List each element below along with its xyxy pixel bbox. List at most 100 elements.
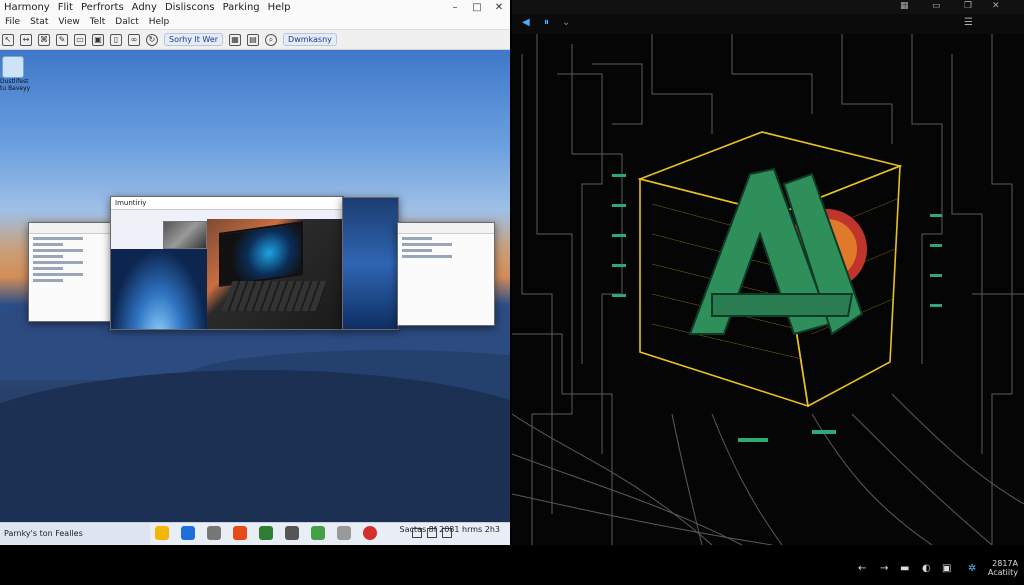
node-marker <box>930 304 942 307</box>
logo-letter-a-bar <box>711 293 854 317</box>
search-button[interactable]: Sorhy lt Wer <box>164 33 224 46</box>
search-icon[interactable]: ⌕ <box>265 33 278 46</box>
desktop-folder-icon[interactable] <box>2 56 24 78</box>
task-window-main[interactable]: Imuntiriy <box>110 196 344 330</box>
menu-item-0[interactable]: File <box>0 17 25 27</box>
file-row <box>33 243 63 246</box>
title-item-5[interactable]: Parking <box>219 2 264 13</box>
pointer-icon[interactable]: ↖ <box>2 33 14 46</box>
chevron-down-icon[interactable]: ⌄ <box>562 17 570 28</box>
menu-item-1[interactable]: Stat <box>25 17 53 27</box>
circuit-artwork <box>512 34 1024 545</box>
window-mode-icon[interactable]: ▭ <box>932 1 941 11</box>
attach-icon[interactable]: ⌘ <box>38 33 50 46</box>
laptop-image <box>207 219 343 329</box>
close-icon[interactable]: ✕ <box>488 0 510 15</box>
setting-row <box>402 243 452 246</box>
folder-app-icon[interactable] <box>155 526 169 540</box>
taskbar-search[interactable]: Parnky's ton Fealles <box>0 523 150 545</box>
link-icon[interactable]: ∞ <box>128 33 140 46</box>
earth-image <box>111 249 207 329</box>
photo-thumbnail <box>163 221 207 249</box>
setting-row <box>402 255 452 258</box>
clock-line-2: Acatiity <box>987 568 1018 577</box>
forward-arrow-icon[interactable]: → <box>880 563 888 574</box>
window-controls: – □ ✕ <box>444 0 510 15</box>
laptop-keyboard <box>221 281 329 311</box>
task-window-settings[interactable] <box>397 222 495 326</box>
back-forward-icon[interactable]: ↔ <box>20 33 32 46</box>
node-marker <box>812 430 836 434</box>
window-app-icon[interactable] <box>207 526 221 540</box>
menu-item-4[interactable]: Dalct <box>110 17 143 27</box>
right-viewer-window: ▦ ▭ ❐ ✕ ◀ ⏸ ⌄ ☰ <box>512 0 1024 545</box>
menu-item-2[interactable]: View <box>53 17 84 27</box>
monitor-app-icon[interactable] <box>337 526 351 540</box>
task-window-title: Imuntiriy <box>115 199 147 207</box>
title-item-2[interactable]: Perfrorts <box>77 2 128 13</box>
desktop-icon-label: Dustlifest tu Baveyy <box>0 78 31 92</box>
taskbar: Parnky's ton Fealles Sactas 8f 2081 hrms… <box>0 522 510 545</box>
clock-line-1: 2817A <box>992 559 1018 568</box>
office-app-icon[interactable] <box>233 526 247 540</box>
pause-icon[interactable]: ⏸ <box>544 17 549 28</box>
edge-app-icon[interactable] <box>181 526 195 540</box>
viewer-toolbar: ◀ ⏸ ⌄ ☰ <box>512 14 1024 35</box>
menu-bar: File Stat View Telt Dalct Help <box>0 15 510 30</box>
node-marker <box>930 274 942 277</box>
close-icon[interactable]: ✕ <box>992 1 1000 11</box>
pinwheel-icon[interactable]: ✲ <box>968 563 976 574</box>
media-app-icon[interactable] <box>363 526 377 540</box>
title-item-1[interactable]: Flit <box>54 2 77 13</box>
menu-item-3[interactable]: Telt <box>85 17 111 27</box>
file-row <box>33 249 83 252</box>
restore-icon[interactable]: ❐ <box>964 1 972 11</box>
task-window-wallpaper[interactable] <box>342 197 399 330</box>
setting-row <box>402 249 432 252</box>
task-window-explorer[interactable] <box>28 222 112 322</box>
title-item-0[interactable]: Harmony <box>0 2 54 13</box>
node-marker <box>738 438 768 442</box>
user-button[interactable]: Dwmkasny <box>283 33 337 46</box>
store-app-icon[interactable] <box>285 526 299 540</box>
node-marker <box>930 214 942 217</box>
pen-icon[interactable]: ✎ <box>56 33 68 46</box>
node-marker <box>612 294 626 297</box>
maximize-icon[interactable]: □ <box>466 0 488 15</box>
task-window-bar <box>29 223 111 234</box>
minimize-icon[interactable]: – <box>444 0 466 15</box>
grid-view-icon[interactable]: ▦ <box>900 1 909 11</box>
file-row <box>33 255 63 258</box>
menu-item-5[interactable]: Help <box>144 17 175 27</box>
taskbar-clock[interactable]: Sactas 8f 2081 hrms 2h3 <box>400 525 500 534</box>
grid-icon[interactable]: ▦ <box>229 33 242 46</box>
refresh-icon[interactable]: ↻ <box>146 33 158 46</box>
file-row <box>33 273 83 276</box>
viewer-title-bar: ▦ ▭ ❐ ✕ <box>512 0 1024 14</box>
file-row <box>33 237 83 240</box>
viewer-status-bar: ← → ▬ ◐ ▣ ✲ 2817A Acatiity <box>512 555 1024 585</box>
task-window-content <box>111 209 343 329</box>
title-item-3[interactable]: Adny <box>128 2 161 13</box>
back-arrow-icon[interactable]: ← <box>858 563 866 574</box>
chrome-app-icon[interactable] <box>259 526 273 540</box>
node-marker <box>612 264 626 267</box>
document-icon[interactable]: ▭ <box>74 33 86 46</box>
camera-icon[interactable]: ◐ <box>922 563 931 574</box>
title-bar: Harmony Flit Perfrorts Adny Disliscons P… <box>0 0 510 15</box>
title-item-6[interactable]: Help <box>264 2 295 13</box>
menu-icon[interactable]: ☰ <box>964 17 973 28</box>
viewer-clock[interactable]: 2817A Acatiity <box>988 559 1018 577</box>
calendar-icon[interactable]: ▤ <box>247 33 260 46</box>
file-row <box>33 279 63 282</box>
image-icon[interactable]: ▣ <box>942 563 951 574</box>
laptop-screen <box>219 221 303 287</box>
node-marker <box>612 234 626 237</box>
screen-icon[interactable]: ▬ <box>900 563 909 574</box>
photos-app-icon[interactable] <box>311 526 325 540</box>
node-marker <box>612 174 626 177</box>
image-icon[interactable]: ▣ <box>92 33 104 46</box>
phone-icon[interactable]: ▯ <box>110 33 122 46</box>
title-item-4[interactable]: Disliscons <box>161 2 219 13</box>
back-icon[interactable]: ◀ <box>522 17 530 28</box>
